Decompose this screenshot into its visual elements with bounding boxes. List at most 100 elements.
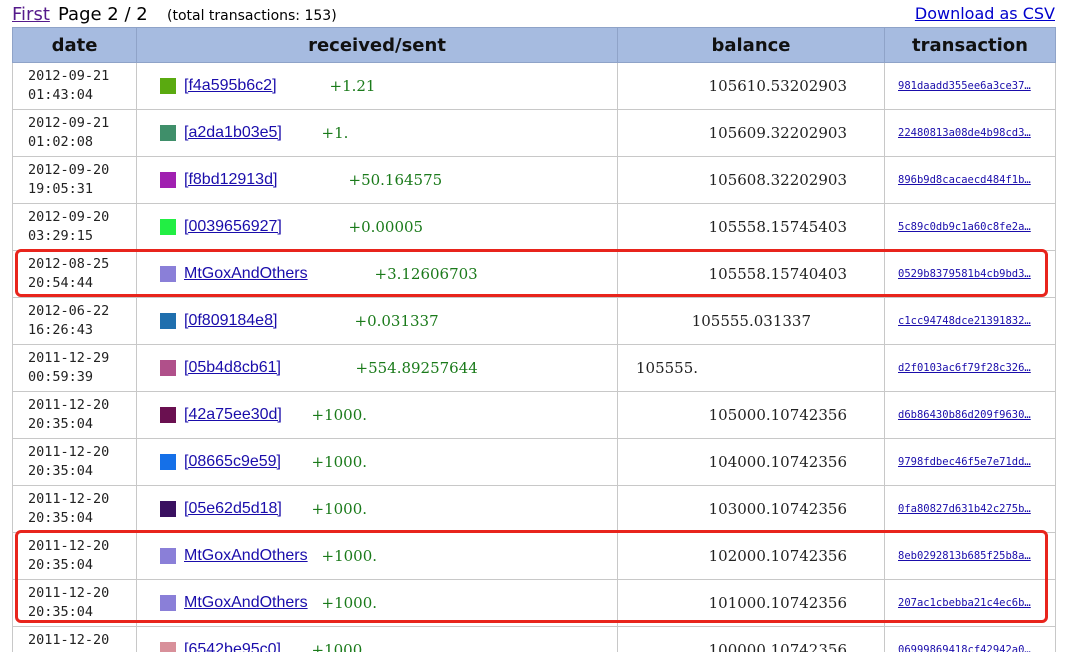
date-cell: 2011-12-2020:35:04	[12, 626, 137, 652]
table-row: 2011-12-29 00:59:39 [05b4d8cb61] +554.89257…	[12, 344, 1056, 392]
address-link[interactable]: [0039656927]	[184, 218, 282, 236]
received-sent-content: [f8bd12913d] +50.164575	[137, 171, 617, 189]
table-row: 2011-12-2020:35:04 [6542be95c0] +1000. 1000…	[12, 626, 1056, 652]
total-transactions: (total transactions: 153)	[167, 8, 337, 24]
transaction-hash-link[interactable]: 896b9d8cacaecd484f1b…	[898, 174, 1040, 186]
address-link[interactable]: [f8bd12913d]	[184, 171, 277, 189]
transaction-cell: 981daadd355ee6a3ce37…	[884, 62, 1056, 110]
time-value: 20:35:04	[28, 557, 94, 573]
address-link[interactable]: [a2da1b03e5]	[184, 124, 282, 142]
first-page-link[interactable]: First	[12, 4, 50, 25]
date-cell: 2011-12-2020:35:04	[12, 579, 137, 627]
received-sent-cell: [0f809184e8] +0.031337	[136, 297, 618, 345]
address-link[interactable]: [f4a595b6c2]	[184, 77, 277, 95]
address-link[interactable]: [6542be95c0]	[184, 641, 281, 652]
transaction-cell: 0fa80827d631b42c275b…	[884, 485, 1056, 533]
received-sent-content: [a2da1b03e5] +1.	[137, 124, 617, 142]
address-color-swatch	[160, 548, 176, 564]
received-sent-cell: MtGoxAndOthers +1000.	[136, 579, 618, 627]
transaction-hash-link[interactable]: 981daadd355ee6a3ce37…	[898, 80, 1040, 92]
table-row: 2011-12-20 20:35:04 [08665c9e59] +1000. 1040…	[12, 438, 1056, 486]
date-cell: 2011-12-2020:35:04	[12, 438, 137, 486]
address-color-swatch	[160, 125, 176, 141]
transaction-cell: 207ac1cbebba21c4ec6b…	[884, 579, 1056, 627]
received-sent-cell: [08665c9e59] +1000.	[136, 438, 618, 486]
address-color-swatch	[160, 360, 176, 376]
time-value: 01:43:04	[28, 87, 94, 103]
transaction-hash-link[interactable]: 0fa80827d631b42c275b…	[898, 503, 1040, 515]
time-value: 20:35:04	[28, 416, 94, 432]
date-cell: 2011-12-2020:35:04	[12, 391, 137, 439]
address-color-swatch	[160, 501, 176, 517]
address-link[interactable]: [05b4d8cb61]	[184, 359, 281, 377]
address-link[interactable]: [08665c9e59]	[184, 453, 281, 471]
transaction-cell: 896b9d8cacaecd484f1b…	[884, 156, 1056, 204]
received-sent-content: MtGoxAndOthers +1000.	[137, 547, 617, 565]
address-link[interactable]: [42a75ee30d]	[184, 406, 282, 424]
address-link[interactable]: [0f809184e8]	[184, 312, 277, 330]
table-row: 2011-12-20 20:35:04 MtGoxAndOthers +1000. 10…	[12, 532, 1056, 580]
table-row: 2012-09-21 01:02:08 [a2da1b03e5] +1. 105609.…	[12, 109, 1056, 157]
received-sent-content: [08665c9e59] +1000.	[137, 453, 617, 471]
amount-value: +1000.	[311, 406, 368, 424]
column-header-received-sent: received/sent	[136, 27, 618, 63]
address-color-swatch	[160, 595, 176, 611]
date-value: 2012-09-21	[28, 68, 110, 84]
time-value: 16:26:43	[28, 322, 94, 338]
address-link[interactable]: MtGoxAndOthers	[184, 594, 308, 612]
balance-cell: 105555.031337	[617, 297, 885, 345]
table-row: 2012-09-20 03:29:15 [0039656927] +0.00005 10…	[12, 203, 1056, 251]
time-value: 20:54:44	[28, 275, 94, 291]
received-sent-cell: [a2da1b03e5] +1.	[136, 109, 618, 157]
time-value: 03:29:15	[28, 228, 94, 244]
address-color-swatch	[160, 642, 176, 652]
balance-cell: 103000.10742356	[617, 485, 885, 533]
date-cell: 2012-09-21 01:02:08	[12, 109, 137, 157]
time-value: 19:05:31	[28, 181, 94, 197]
amount-value: +3.12606703	[374, 265, 478, 283]
time-value: 20:35:04	[28, 604, 94, 620]
amount-value: +1.21	[329, 77, 376, 95]
amount-value: +1000.	[311, 641, 368, 652]
received-sent-cell: [05e62d5d18] +1000.	[136, 485, 618, 533]
date-cell: 2012-09-20 03:29:15	[12, 203, 137, 251]
download-csv-link[interactable]: Download as CSV	[915, 4, 1055, 23]
date-value: 2012-09-20	[28, 162, 110, 178]
balance-cell: 105555.	[617, 344, 885, 392]
transaction-hash-link[interactable]: 5c89c0db9c1a60c8fe2a…	[898, 221, 1040, 233]
address-color-swatch	[160, 407, 176, 423]
transaction-cell: 0529b8379581b4cb9bd3…	[884, 250, 1056, 298]
time-value: 20:35:04	[28, 510, 94, 526]
received-sent-cell: [05b4d8cb61] +554.89257644	[136, 344, 618, 392]
received-sent-cell: [42a75ee30d] +1000.	[136, 391, 618, 439]
address-color-swatch	[160, 219, 176, 235]
address-link[interactable]: MtGoxAndOthers	[184, 547, 308, 565]
address-link[interactable]: [05e62d5d18]	[184, 500, 282, 518]
table-row: 2011-12-20 20:35:04 [05e62d5d18] +1000. 1030…	[12, 485, 1056, 533]
date-value: 2011-12-20	[28, 538, 110, 554]
date-value: 2012-09-20	[28, 209, 110, 225]
address-link[interactable]: MtGoxAndOthers	[184, 265, 308, 283]
balance-cell: 100000.10742356	[617, 626, 885, 652]
transaction-hash-link[interactable]: 9798fdbec46f5e7e71dd…	[898, 456, 1040, 468]
column-header-transaction: transaction	[884, 27, 1056, 63]
transaction-hash-link[interactable]: 8eb0292813b685f25b8a…	[898, 550, 1040, 562]
page-indicator: Page 2 / 2	[58, 4, 148, 25]
received-sent-cell: MtGoxAndOthers +1000.	[136, 532, 618, 580]
date-value: 2012-08-25	[28, 256, 110, 272]
transaction-hash-link[interactable]: 207ac1cbebba21c4ec6b…	[898, 597, 1040, 609]
received-sent-content: [f4a595b6c2] +1.21	[137, 77, 617, 95]
transaction-hash-link[interactable]: c1cc94748dce21391832…	[898, 315, 1040, 327]
transaction-hash-link[interactable]: 06999869418cf42942a0…	[898, 644, 1040, 652]
transaction-hash-link[interactable]: d2f0103ac6f79f28c326…	[898, 362, 1040, 374]
transactions-page: First Page 2 / 2 (total transactions: 15…	[0, 0, 1067, 652]
balance-cell: 105610.53202903	[617, 62, 885, 110]
transaction-hash-link[interactable]: 22480813a08de4b98cd3…	[898, 127, 1040, 139]
date-value: 2011-12-29	[28, 350, 110, 366]
column-header-date: date	[12, 27, 137, 63]
transaction-hash-link[interactable]: d6b86430b86d209f9630…	[898, 409, 1040, 421]
transaction-hash-link[interactable]: 0529b8379581b4cb9bd3…	[898, 268, 1040, 280]
address-color-swatch	[160, 172, 176, 188]
transaction-cell: 22480813a08de4b98cd3…	[884, 109, 1056, 157]
transaction-cell: d6b86430b86d209f9630…	[884, 391, 1056, 439]
